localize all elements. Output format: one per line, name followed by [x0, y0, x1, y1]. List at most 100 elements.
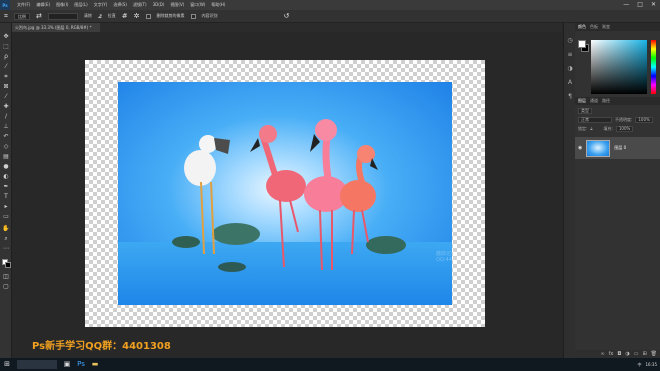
- stamp-tool-icon[interactable]: ⊥: [2, 123, 10, 131]
- crop-icon[interactable]: ⌗: [4, 12, 8, 21]
- tab-gradients[interactable]: 渐变: [602, 24, 610, 30]
- properties-panel-icon[interactable]: ≡: [566, 51, 574, 59]
- windows-start-icon[interactable]: ⊞: [0, 358, 14, 371]
- explorer-taskbar-icon[interactable]: ▬: [88, 358, 102, 371]
- brush-tool-icon[interactable]: ∕: [2, 113, 10, 121]
- hand-tool-icon[interactable]: ✋: [2, 225, 10, 233]
- width-field[interactable]: [47, 12, 78, 20]
- lock-label: 锁定:: [578, 125, 588, 131]
- ratio-select[interactable]: 比例: [13, 12, 30, 20]
- blend-mode-select[interactable]: 正常: [578, 116, 612, 123]
- document-tab[interactable]: 火烈鸟.jpg @ 33.3% (图层 0, RGB/8#) *: [12, 23, 100, 32]
- history-brush-icon[interactable]: ↶: [2, 133, 10, 141]
- character-panel-icon[interactable]: A: [566, 79, 574, 87]
- menu-select[interactable]: 选择(S): [110, 2, 130, 8]
- watermark: 鹿鼎记设计教程 QQ:4401308 5275: [436, 250, 482, 263]
- task-view-icon[interactable]: ▣: [60, 358, 74, 371]
- more-tools-icon[interactable]: ⋯: [2, 245, 10, 253]
- menu-help[interactable]: 帮助(H): [208, 2, 228, 8]
- zoom-tool-icon[interactable]: ⌕: [2, 235, 10, 243]
- reset-icon[interactable]: ↺: [284, 12, 290, 20]
- pen-tool-icon[interactable]: ✒: [2, 183, 10, 191]
- straighten-icon[interactable]: ⦨: [98, 12, 102, 21]
- layer-kind-filter[interactable]: 类型: [578, 107, 592, 114]
- color-picker-field[interactable]: [591, 40, 647, 94]
- path-select-icon[interactable]: ▸: [2, 203, 10, 211]
- lock-icon[interactable]: 🔒︎: [590, 126, 592, 131]
- add-mask-icon[interactable]: ◘: [617, 351, 621, 357]
- eyedropper-tool-icon[interactable]: ⁄: [2, 93, 10, 101]
- watermark-line-1: 鹿鼎记设计教程: [436, 251, 472, 257]
- gradient-tool-icon[interactable]: ▤: [2, 153, 10, 161]
- opacity-field[interactable]: 100%: [635, 116, 653, 123]
- menu-window[interactable]: 窗口(W): [187, 2, 208, 8]
- maximize-button[interactable]: □: [637, 0, 643, 10]
- tab-color[interactable]: 颜色: [578, 24, 586, 30]
- history-panel-icon[interactable]: ◷: [566, 37, 574, 45]
- photoshop-taskbar-icon[interactable]: Ps: [74, 358, 88, 371]
- fill-label: 填充:: [603, 125, 613, 131]
- shape-tool-icon[interactable]: ▭: [2, 213, 10, 221]
- taskbar-search-box[interactable]: [17, 360, 57, 369]
- right-panels: 颜色 色板 渐变 图层 通道 路径 类型 正常 不透明度: 100% 锁定: 🔒…: [575, 23, 660, 358]
- tab-swatches[interactable]: 色板: [590, 24, 598, 30]
- eraser-tool-icon[interactable]: ◇: [2, 143, 10, 151]
- input-language[interactable]: 中: [637, 362, 641, 368]
- type-tool-icon[interactable]: T: [2, 193, 10, 201]
- screen-mode-icon[interactable]: ▢: [2, 283, 10, 291]
- dodge-tool-icon[interactable]: ◐: [2, 173, 10, 181]
- layers-panel-tabs: 图层 通道 路径: [575, 97, 660, 105]
- lasso-tool-icon[interactable]: ρ: [2, 53, 10, 61]
- clear-button[interactable]: 清除: [84, 13, 92, 19]
- gear-icon[interactable]: ✲: [134, 12, 140, 20]
- minimize-button[interactable]: —: [623, 0, 629, 10]
- menu-view[interactable]: 视图(V): [167, 2, 187, 8]
- crop-tool-icon[interactable]: ⌗: [2, 73, 10, 81]
- new-group-icon[interactable]: ▭: [634, 351, 639, 357]
- menu-layer[interactable]: 图层(L): [71, 2, 90, 8]
- marquee-tool-icon[interactable]: ⬚: [2, 43, 10, 51]
- layer-row[interactable]: ◉ 图层 0: [575, 137, 660, 159]
- menu-file[interactable]: 文件(F): [14, 2, 33, 8]
- eye-icon[interactable]: ◉: [578, 145, 582, 151]
- panel-foreground-swatch[interactable]: [578, 40, 586, 48]
- adjustment-layer-icon[interactable]: ◑: [625, 351, 629, 357]
- healing-tool-icon[interactable]: ✚: [2, 103, 10, 111]
- paragraph-panel-icon[interactable]: ¶: [566, 93, 574, 101]
- straighten-label: 拉直: [107, 13, 116, 18]
- new-layer-icon[interactable]: ⊞: [642, 351, 646, 357]
- tab-layers[interactable]: 图层: [578, 98, 586, 104]
- blur-tool-icon[interactable]: ●: [2, 163, 10, 171]
- menu-3d[interactable]: 3D(D): [150, 2, 168, 8]
- trash-icon[interactable]: 🗑︎: [651, 351, 657, 357]
- grid-overlay-icon[interactable]: #: [122, 12, 128, 20]
- magic-wand-tool-icon[interactable]: ⁄: [2, 63, 10, 71]
- close-button[interactable]: ✕: [651, 0, 656, 10]
- link-layers-icon[interactable]: ∞: [600, 351, 604, 357]
- background-color-swatch[interactable]: [5, 262, 11, 268]
- fill-field[interactable]: 100%: [615, 125, 634, 132]
- delete-pixels-checkbox[interactable]: [145, 13, 151, 19]
- watermark-line-2: QQ:4401308 5275: [436, 257, 483, 263]
- move-tool-icon[interactable]: ✥: [2, 33, 10, 41]
- swap-icon[interactable]: ⇄: [36, 12, 42, 20]
- quick-mask-icon[interactable]: ◫: [2, 273, 10, 281]
- document-tab-bar: 火烈鸟.jpg @ 33.3% (图层 0, RGB/8#) *: [12, 23, 562, 32]
- menu-filter[interactable]: 滤镜(T): [130, 2, 150, 8]
- layer-style-icon[interactable]: fx: [609, 351, 614, 357]
- clock[interactable]: 16:35: [645, 362, 657, 367]
- hue-slider[interactable]: [651, 40, 656, 94]
- qq-group-caption: Ps新手学习QQ群：4401308: [32, 341, 171, 352]
- menu-type[interactable]: 文字(Y): [91, 2, 111, 8]
- menu-image[interactable]: 图像(I): [53, 2, 71, 8]
- menu-list: 文件(F) 编辑(E) 图像(I) 图层(L) 文字(Y) 选择(S) 滤镜(T…: [14, 2, 228, 8]
- layer-filter-row: 类型: [578, 107, 657, 114]
- content-aware-checkbox[interactable]: [190, 13, 196, 19]
- layer-thumbnail: [586, 139, 611, 157]
- menu-edit[interactable]: 编辑(E): [33, 2, 53, 8]
- adjustments-panel-icon[interactable]: ◑: [566, 65, 574, 73]
- tab-channels[interactable]: 通道: [590, 98, 598, 104]
- tab-paths[interactable]: 路径: [602, 98, 610, 104]
- layer-name[interactable]: 图层 0: [614, 145, 626, 151]
- frame-tool-icon[interactable]: ⊠: [2, 83, 10, 91]
